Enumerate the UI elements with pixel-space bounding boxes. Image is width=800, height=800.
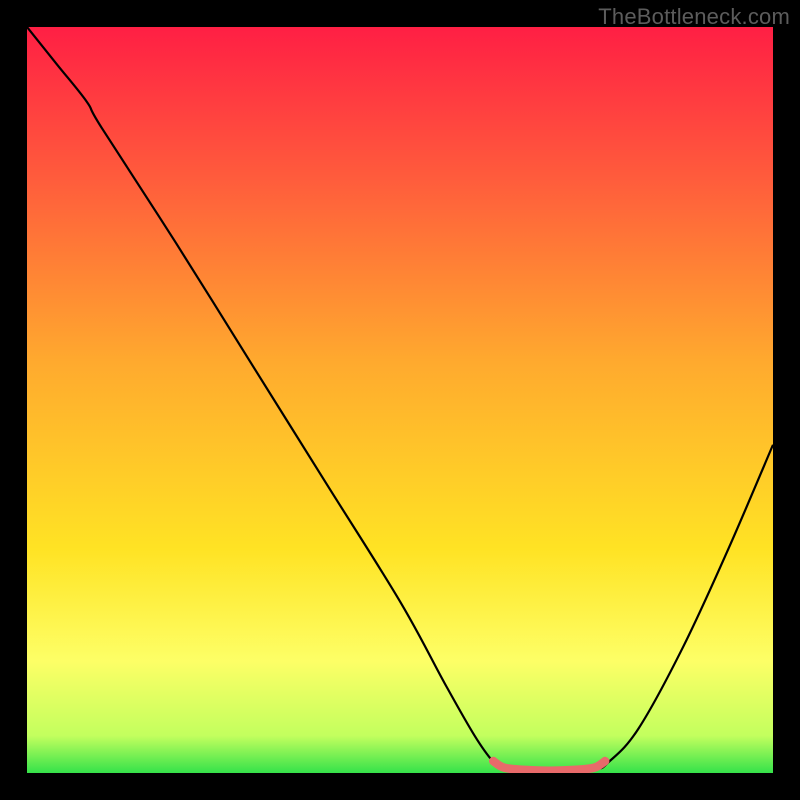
bottleneck-chart xyxy=(27,27,773,773)
watermark-text: TheBottleneck.com xyxy=(598,4,790,30)
chart-frame xyxy=(27,27,773,773)
gradient-background xyxy=(27,27,773,773)
